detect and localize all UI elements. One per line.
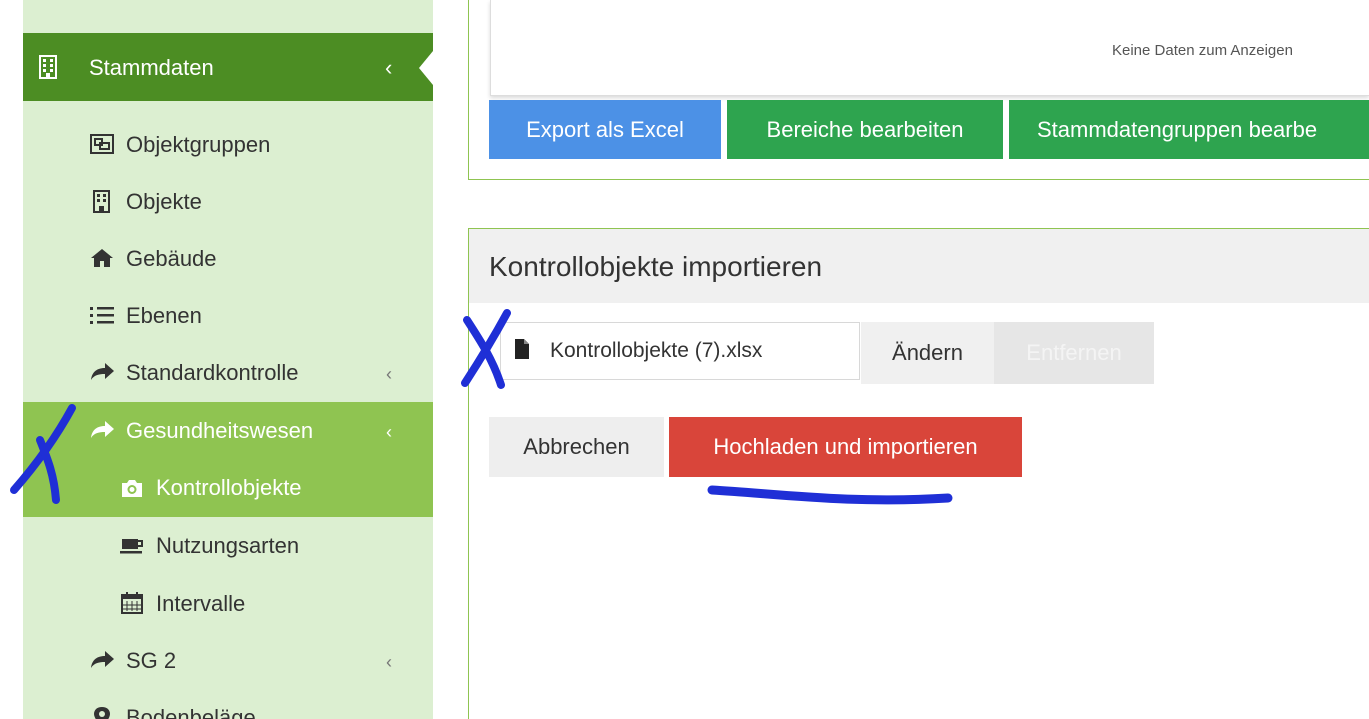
file-icon <box>515 339 529 359</box>
remove-file-button[interactable]: Entfernen <box>994 322 1154 384</box>
import-panel-title: Kontrollobjekte importieren <box>489 251 823 282</box>
sidebar-item-gebaeude[interactable]: Gebäude <box>23 230 433 287</box>
sidebar-item-stammdaten[interactable]: Stammdaten ‹ <box>23 33 433 101</box>
building-icon <box>39 55 57 79</box>
edit-areas-button[interactable]: Bereiche bearbeiten <box>727 100 1003 159</box>
sidebar-item-label: Gebäude <box>126 246 217 271</box>
sidebar-item-label: Ebenen <box>126 303 202 328</box>
chevron-left-icon: ‹ <box>385 55 393 80</box>
chevron-left-icon: ‹ <box>386 652 392 672</box>
sidebar-item-label: Nutzungsarten <box>156 533 300 558</box>
sidebar-item-standardkontrolle[interactable]: Standardkontrolle ‹ <box>23 344 433 401</box>
sidebar-item-sg2[interactable]: SG 2 ‹ <box>23 632 433 689</box>
share-icon <box>91 421 114 438</box>
list-ol-icon <box>90 307 114 324</box>
export-excel-button[interactable]: Export als Excel <box>489 100 721 159</box>
sidebar-item-label: Objekte <box>126 189 202 214</box>
camera-icon <box>122 480 142 497</box>
share-icon <box>91 651 114 668</box>
sidebar-item-nutzungsarten[interactable]: Nutzungsarten <box>23 517 433 574</box>
object-group-icon <box>90 134 114 154</box>
sidebar-item-objektgruppen[interactable]: Objektgruppen <box>23 116 433 173</box>
grid-empty-text: Keine Daten zum Anzeigen <box>1112 42 1293 59</box>
cancel-button[interactable]: Abbrechen <box>489 417 664 477</box>
sidebar-item-gesundheitswesen[interactable]: Gesundheitswesen ‹ <box>23 402 433 459</box>
chevron-left-icon: ‹ <box>386 422 392 442</box>
sidebar: Stammdaten ‹ Objektgruppen Objekte Gebäu… <box>23 0 433 719</box>
change-file-button[interactable]: Ändern <box>861 322 994 384</box>
building-icon <box>93 190 110 213</box>
sidebar-item-label: Objektgruppen <box>126 132 271 157</box>
sidebar-item-label: Kontrollobjekte <box>156 475 302 500</box>
home-icon <box>91 249 113 267</box>
sidebar-item-kontrollobjekte[interactable]: Kontrollobjekte <box>23 459 433 517</box>
calendar-icon <box>121 592 143 614</box>
upload-and-import-button[interactable]: Hochladen und importieren <box>669 417 1022 477</box>
sidebar-item-intervalle[interactable]: Intervalle <box>23 575 433 632</box>
sidebar-item-label: SG 2 <box>126 648 177 673</box>
sidebar-item-label: Intervalle <box>156 591 246 616</box>
selected-file-name: Kontrollobjekte (7).xlsx <box>550 339 763 362</box>
edit-master-data-groups-button[interactable]: Stammdatengruppen bearbe <box>1009 100 1369 159</box>
sidebar-header-label: Stammdaten <box>89 55 214 80</box>
active-notch <box>419 51 433 85</box>
sidebar-item-label: Bodenbeläge <box>126 705 256 719</box>
sidebar-item-label: Gesundheitswesen <box>126 418 314 443</box>
sidebar-item-bodenbelaege[interactable]: Bodenbeläge <box>23 689 433 719</box>
sidebar-margin <box>0 0 23 719</box>
chevron-left-icon: ‹ <box>386 364 392 384</box>
sidebar-item-objekte[interactable]: Objekte <box>23 173 433 230</box>
sidebar-item-ebenen[interactable]: Ebenen <box>23 287 433 344</box>
coffee-icon <box>120 539 143 554</box>
share-icon <box>91 363 114 380</box>
map-marker-icon <box>94 707 110 719</box>
sidebar-item-label: Standardkontrolle <box>126 360 299 385</box>
